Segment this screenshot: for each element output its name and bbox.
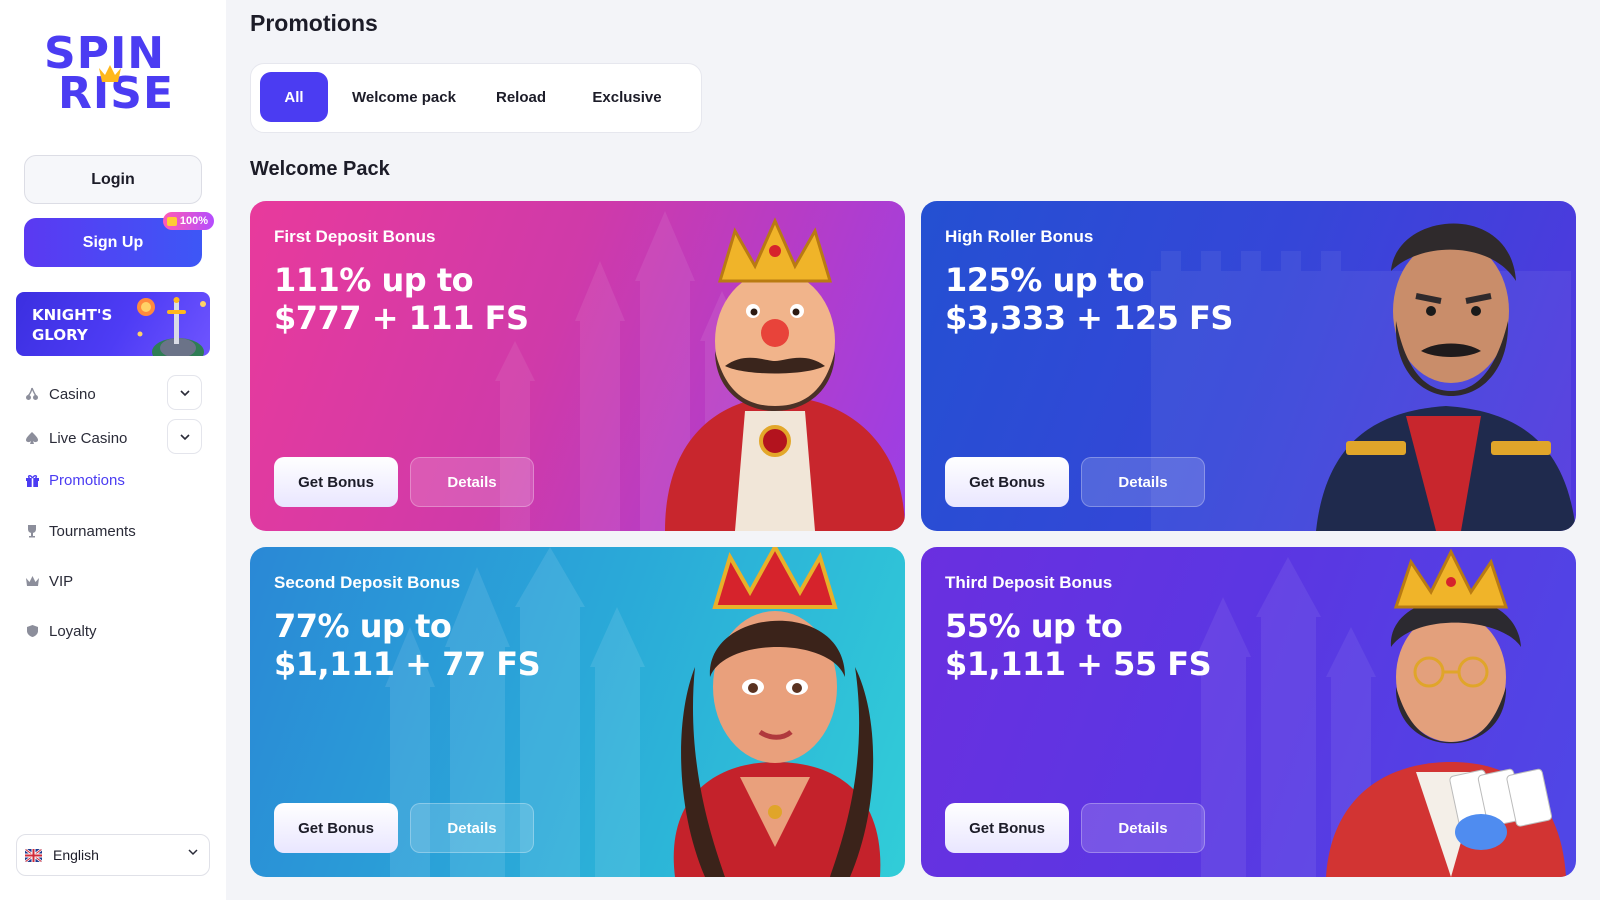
queen-character-illustration <box>673 547 881 877</box>
nav-item-tournaments[interactable]: Tournaments <box>24 513 202 549</box>
trophy-icon <box>24 523 40 539</box>
knights-glory-banner[interactable]: KNIGHT'S GLORY <box>16 292 210 356</box>
bonus-card-label: High Roller Bonus <box>945 227 1094 246</box>
nav-label-tournaments: Tournaments <box>49 522 136 540</box>
bonus-card-headline-line2: $777 + 111 FS <box>274 299 529 337</box>
bonus-card-headline: 125% up to $3,333 + 125 FS <box>945 261 1233 337</box>
tab-all[interactable]: All <box>260 72 328 122</box>
details-button[interactable]: Details <box>410 457 534 507</box>
bonus-card-third-deposit: Third Deposit Bonus 55% up to $1,111 + 5… <box>921 547 1576 877</box>
knights-glory-line2: GLORY <box>32 326 88 344</box>
bonus-card-headline: 55% up to $1,111 + 55 FS <box>945 607 1212 683</box>
signup-button-label: Sign Up <box>82 233 144 251</box>
bonus-card-headline-line2: $1,111 + 55 FS <box>945 645 1212 683</box>
logo-crown-icon <box>99 65 121 82</box>
gift-icon <box>24 472 40 488</box>
bonus-card-label: Third Deposit Bonus <box>945 573 1113 592</box>
signup-badge-text: 100% <box>179 215 208 227</box>
nav-item-promotions[interactable]: Promotions <box>24 462 202 498</box>
bonus-card-headline: 77% up to $1,111 + 77 FS <box>274 607 541 683</box>
nav-label-casino: Casino <box>49 385 96 403</box>
crown-icon <box>24 573 40 589</box>
bonus-card-headline-line1: 125% up to <box>945 261 1145 299</box>
details-button[interactable]: Details <box>410 803 534 853</box>
gift-icon <box>166 216 177 226</box>
bonus-card-second-deposit: Second Deposit Bonus 77% up to $1,111 + … <box>250 547 905 877</box>
tab-exclusive[interactable]: Exclusive <box>571 72 683 122</box>
bonus-card-high-roller: High Roller Bonus 125% up to $3,333 + 12… <box>921 201 1576 531</box>
bonus-card-headline-line1: 111% up to <box>274 261 474 299</box>
login-button[interactable]: Login <box>24 155 202 204</box>
bonus-card-label: First Deposit Bonus <box>274 227 436 246</box>
king-character-illustration <box>665 217 905 531</box>
bonus-card-headline: 111% up to $777 + 111 FS <box>274 261 529 337</box>
get-bonus-button[interactable]: Get Bonus <box>274 457 398 507</box>
bonus-card-first-deposit: First Deposit Bonus 111% up to $777 + 11… <box>250 201 905 531</box>
nav-item-loyalty[interactable]: Loyalty <box>24 613 202 649</box>
get-bonus-button[interactable]: Get Bonus <box>274 803 398 853</box>
bonus-card-label: Second Deposit Bonus <box>274 573 461 592</box>
knights-glory-line1: KNIGHT'S <box>32 306 113 324</box>
spinrise-logo[interactable]: SPIN RISE <box>44 32 184 120</box>
live-casino-expand-button[interactable] <box>167 419 202 454</box>
section-title: Welcome Pack <box>250 158 390 180</box>
tab-reload[interactable]: Reload <box>481 72 561 122</box>
knights-glory-title: KNIGHT'S GLORY <box>32 305 112 345</box>
chevron-down-icon <box>179 389 190 396</box>
card-player-character-illustration <box>1326 548 1566 877</box>
details-button[interactable]: Details <box>1081 457 1205 507</box>
knight-character-illustration <box>1316 223 1576 531</box>
promo-filter-tabs: All Welcome pack Reload Exclusive <box>250 63 702 133</box>
bonus-card-headline-line1: 77% up to <box>274 607 452 645</box>
chevron-down-icon <box>179 433 190 440</box>
uk-flag-icon <box>25 848 42 862</box>
bonus-card-headline-line1: 55% up to <box>945 607 1123 645</box>
chevron-down-icon <box>188 849 198 856</box>
sidebar: SPIN RISE Login Sign Up 100% KNIGHT'S GL… <box>0 0 226 900</box>
tab-welcome-pack[interactable]: Welcome pack <box>337 72 471 122</box>
get-bonus-button[interactable]: Get Bonus <box>945 457 1069 507</box>
nav-label-vip: VIP <box>49 572 74 590</box>
language-label: English <box>53 847 99 863</box>
language-selector[interactable]: English <box>16 834 210 876</box>
page-title: Promotions <box>250 10 378 36</box>
signup-button[interactable]: Sign Up 100% <box>24 212 214 267</box>
nav-item-vip[interactable]: VIP <box>24 563 202 599</box>
details-button[interactable]: Details <box>1081 803 1205 853</box>
nav-label-live-casino: Live Casino <box>49 429 128 447</box>
signup-bonus-badge: 100% <box>162 212 214 230</box>
sword-in-stone-icon <box>137 297 206 356</box>
get-bonus-button[interactable]: Get Bonus <box>945 803 1069 853</box>
nav-label-loyalty: Loyalty <box>49 622 97 640</box>
nav-label-promotions: Promotions <box>49 471 125 489</box>
cherry-icon <box>24 386 40 402</box>
casino-expand-button[interactable] <box>167 375 202 410</box>
bonus-card-headline-line2: $1,111 + 77 FS <box>274 645 541 683</box>
shield-icon <box>24 623 40 639</box>
bonus-card-headline-line2: $3,333 + 125 FS <box>945 299 1233 337</box>
spade-icon <box>24 430 40 446</box>
